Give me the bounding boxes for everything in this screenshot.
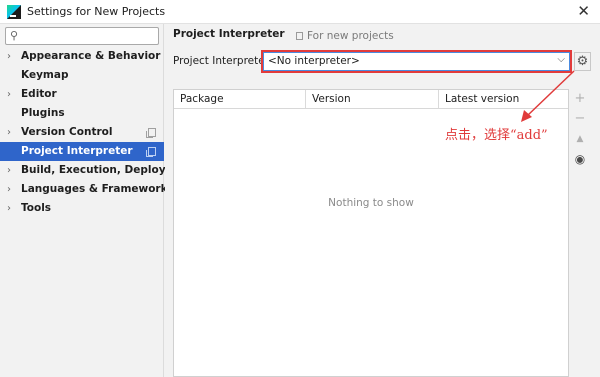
interpreter-label: Project Interpreter: <box>173 55 273 67</box>
settings-tree: › Appearance & Behavior Keymap › Editor Plugi… <box>0 47 196 218</box>
sidebar-item-label: Languages & Frameworks <box>21 183 174 195</box>
empty-table-message: Nothing to show <box>328 197 414 209</box>
search-icon: ⚲ <box>10 29 19 42</box>
chevron-right-icon[interactable]: › <box>7 161 11 180</box>
sidebar-item-label: Plugins <box>21 107 65 119</box>
annotation-highlight-box <box>261 50 572 73</box>
sidebar-item-keymap[interactable]: Keymap <box>0 66 164 85</box>
close-icon[interactable]: ✕ <box>577 2 590 20</box>
search-input[interactable] <box>22 29 156 43</box>
eye-icon[interactable]: ◉ <box>571 149 589 169</box>
gear-icon[interactable]: ⚙ <box>574 52 591 71</box>
column-header-latest-version[interactable]: Latest version <box>439 90 568 108</box>
sidebar-item-editor[interactable]: › Editor <box>0 85 164 104</box>
page-title: Project Interpreter <box>173 28 285 40</box>
sidebar-item-tools[interactable]: › Tools <box>0 199 164 218</box>
add-package-icon[interactable]: + <box>571 89 589 109</box>
sidebar-item-label: Keymap <box>21 69 69 81</box>
column-header-package[interactable]: Package <box>174 90 306 108</box>
search-box[interactable]: ⚲ <box>5 27 159 45</box>
pycharm-logo <box>7 5 21 19</box>
chevron-right-icon[interactable]: › <box>7 199 11 218</box>
copy-icon <box>146 128 156 138</box>
table-header: Package Version Latest version <box>174 90 568 109</box>
sidebar-item-version-control[interactable]: › Version Control <box>0 123 164 142</box>
settings-sidebar: ⚲ › Appearance & Behavior Keymap › Editor Plu… <box>0 24 196 377</box>
sidebar-item-appearance-behavior[interactable]: › Appearance & Behavior <box>0 47 164 66</box>
sidebar-item-label: Tools <box>21 202 52 214</box>
package-toolbar: + − ▲ ◉ <box>571 89 589 169</box>
chevron-right-icon[interactable]: › <box>7 47 11 66</box>
sidebar-item-plugins[interactable]: Plugins <box>0 104 164 123</box>
column-header-version[interactable]: Version <box>306 90 439 108</box>
sidebar-item-label: Editor <box>21 88 57 100</box>
sidebar-item-languages-frameworks[interactable]: › Languages & Frameworks <box>0 180 174 199</box>
upgrade-package-icon[interactable]: ▲ <box>571 129 589 149</box>
scope-note-text: For new projects <box>307 30 394 42</box>
copy-icon <box>296 32 303 40</box>
remove-package-icon[interactable]: − <box>571 109 589 129</box>
window-title: Settings for New Projects <box>27 5 166 18</box>
sidebar-item-build-execution-deployment[interactable]: › Build, Execution, Deployment <box>0 161 196 180</box>
main-panel: Project Interpreter For new projects Pro… <box>165 24 600 377</box>
annotation-text: 点击，选择“add” <box>445 128 548 143</box>
copy-icon <box>146 147 156 157</box>
scope-note: For new projects <box>296 30 394 42</box>
sidebar-item-label: Appearance & Behavior <box>21 50 161 62</box>
chevron-right-icon[interactable]: › <box>7 85 11 104</box>
sidebar-item-label: Project Interpreter <box>21 145 133 157</box>
sidebar-item-label: Version Control <box>21 126 113 138</box>
chevron-right-icon[interactable]: › <box>7 123 11 142</box>
sidebar-item-project-interpreter[interactable]: Project Interpreter <box>0 142 164 161</box>
chevron-right-icon[interactable]: › <box>7 180 11 199</box>
title-bar: Settings for New Projects ✕ <box>0 0 600 24</box>
